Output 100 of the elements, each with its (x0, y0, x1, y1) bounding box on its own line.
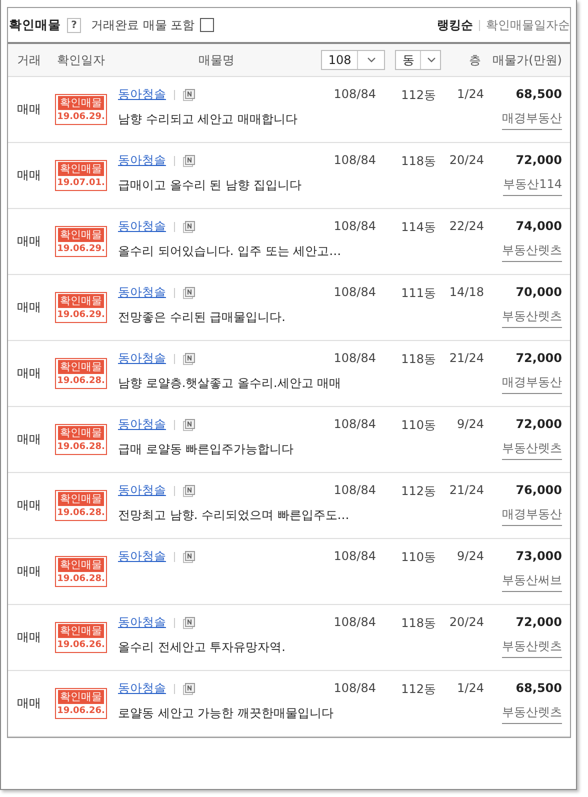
listing-description: 올수리 되어있습니다. 입주 또는 세안고… (117, 243, 342, 259)
floor-text: 21/24 (448, 350, 484, 365)
naver-n-icon[interactable] (183, 286, 195, 298)
deal-type: 매매 (16, 101, 42, 118)
area-text: 108/84 (332, 614, 376, 629)
chevron-down-icon (427, 57, 436, 63)
building-text: 112동 (400, 87, 436, 104)
verified-badge: 확인매물 19.07.01. (55, 160, 107, 191)
agency-link[interactable]: 부동산써브 (502, 572, 562, 592)
naver-n-icon[interactable] (183, 616, 195, 628)
naver-n-icon[interactable] (183, 484, 195, 496)
building-text: 118동 (400, 153, 436, 170)
area-select[interactable]: 108 (321, 50, 386, 70)
area-text: 108/84 (332, 416, 376, 431)
naver-n-icon[interactable] (183, 154, 195, 166)
verified-badge: 확인매물 19.06.28. (55, 490, 107, 521)
building-text: 110동 (400, 549, 436, 566)
verified-badge: 확인매물 19.06.29. (55, 292, 107, 323)
floor-text: 22/24 (448, 218, 484, 233)
verified-badge: 확인매물 19.06.28. (55, 424, 107, 455)
agency-link[interactable]: 부동산렛츠 (502, 638, 562, 658)
listing-link[interactable]: 동아청솔 (118, 416, 166, 433)
price-text: 76,000 (516, 483, 562, 497)
chevron-down-icon (366, 57, 376, 63)
sort-option[interactable]: 랭킹순 (437, 16, 473, 34)
column-header: 매물가(만원) (492, 52, 563, 68)
listing-description: 급매이고 올수리 된 남향 집입니다 (117, 177, 302, 193)
verified-badge: 확인매물 19.06.28. (55, 556, 107, 587)
deal-type: 매매 (16, 167, 42, 184)
checkbox-label: 거래완료 매물 포함 (91, 16, 195, 34)
building-text: 111동 (400, 285, 436, 302)
sort-option[interactable]: 확인매물일자순 (486, 16, 570, 34)
checkbox[interactable] (200, 18, 214, 32)
price-text: 70,000 (516, 285, 562, 299)
agency-link[interactable]: 부동산114 (503, 176, 562, 196)
building-text: 110동 (400, 417, 436, 434)
area-text: 108/84 (332, 284, 376, 299)
floor-text: 9/24 (456, 548, 484, 563)
listing-link[interactable]: 동아청솔 (118, 614, 166, 631)
price-text: 72,000 (516, 351, 562, 365)
price-text: 68,500 (516, 681, 562, 695)
agency-link[interactable]: 부동산렛츠 (502, 308, 562, 328)
area-text: 108/84 (332, 548, 376, 563)
listing-link[interactable]: 동아청솔 (118, 218, 166, 235)
floor-text: 1/24 (456, 680, 484, 695)
deal-type: 매매 (16, 563, 42, 580)
area-text: 108/84 (332, 218, 376, 233)
building-text: 112동 (400, 681, 436, 698)
naver-n-icon[interactable] (183, 550, 195, 562)
agency-link[interactable]: 부동산렛츠 (502, 704, 562, 724)
listing-link[interactable]: 동아청솔 (118, 482, 166, 499)
listing-link[interactable]: 동아청솔 (118, 86, 166, 103)
section-title: 확인매물 (9, 16, 61, 34)
floor-text: 9/24 (456, 416, 484, 431)
naver-n-icon[interactable] (183, 220, 195, 232)
deal-type: 매매 (16, 233, 42, 250)
naver-n-icon[interactable] (183, 418, 195, 430)
listing-link[interactable]: 동아청솔 (118, 152, 166, 169)
verified-badge: 확인매물 19.06.28. (55, 358, 107, 389)
listing-description: 전망좋은 수리된 급매물입니다. (117, 309, 286, 325)
help-button[interactable]: ? (67, 18, 81, 32)
building-text: 118동 (400, 351, 436, 368)
listing-link[interactable]: 동아청솔 (118, 350, 166, 367)
price-text: 72,000 (516, 153, 562, 167)
listing-link[interactable]: 동아청솔 (118, 548, 166, 565)
building-text: 114동 (400, 219, 436, 236)
area-text: 108/84 (332, 482, 376, 497)
deal-type: 매매 (16, 431, 42, 448)
naver-n-icon[interactable] (183, 352, 195, 364)
deal-type: 매매 (16, 629, 42, 646)
agency-link[interactable]: 매경부동산 (502, 374, 562, 394)
verified-badge: 확인매물 19.06.26. (55, 622, 107, 653)
listing-description: 남향 수리되고 세안고 매매합니다 (117, 111, 298, 127)
column-header: 층 (468, 52, 482, 68)
listing-link[interactable]: 동아청솔 (118, 680, 166, 697)
area-text: 108/84 (332, 152, 376, 167)
building-text: 118동 (400, 615, 436, 632)
price-text: 74,000 (516, 219, 562, 233)
agency-link[interactable]: 매경부동산 (502, 506, 562, 526)
deal-type: 매매 (16, 299, 42, 316)
deal-type: 매매 (16, 365, 42, 382)
agency-link[interactable]: 부동산렛츠 (502, 242, 562, 262)
deal-type: 매매 (16, 695, 42, 712)
floor-text: 14/18 (448, 284, 484, 299)
naver-n-icon[interactable] (183, 682, 195, 694)
deal-type: 매매 (16, 497, 42, 514)
column-header: 확인일자 (56, 52, 106, 68)
naver-n-icon[interactable] (183, 88, 195, 100)
floor-text: 1/24 (456, 86, 484, 101)
area-text: 108/84 (332, 350, 376, 365)
listing-description: 남향 로얄층.햇살좋고 올수리.세안고 매매 (117, 375, 342, 391)
price-text: 72,000 (516, 417, 562, 431)
dong-select[interactable]: 동 (395, 50, 442, 70)
floor-text: 20/24 (448, 614, 484, 629)
listing-description: 전망최고 남향. 수리되었으며 빠른입주도… (117, 507, 350, 523)
price-text: 72,000 (516, 615, 562, 629)
agency-link[interactable]: 매경부동산 (502, 110, 562, 130)
listing-link[interactable]: 동아청솔 (118, 284, 166, 301)
agency-link[interactable]: 부동산렛츠 (502, 440, 562, 460)
column-header: 거래 (16, 52, 42, 68)
